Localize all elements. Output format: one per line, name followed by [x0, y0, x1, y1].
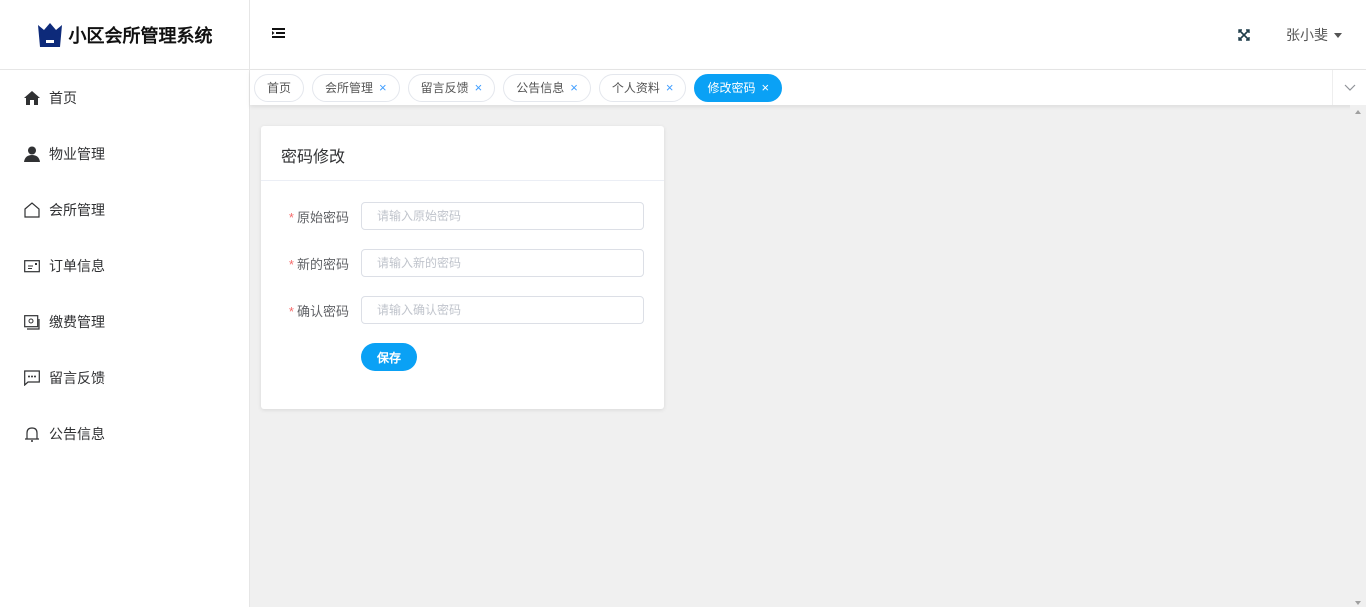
- logo: 小区会所管理系统: [0, 0, 250, 69]
- tab-feedback[interactable]: 留言反馈 ×: [407, 73, 496, 102]
- user-name: 张小斐: [1286, 27, 1328, 43]
- sidebar-item-label: 物业管理: [49, 146, 105, 162]
- required-mark: *: [288, 303, 294, 319]
- tabs-more-button[interactable]: [1332, 70, 1366, 105]
- form-row-confirm-password: * 确认密码: [261, 296, 644, 324]
- app-title: 小区会所管理系统: [68, 25, 213, 46]
- close-icon[interactable]: ×: [570, 80, 578, 95]
- tab-club[interactable]: 会所管理 ×: [312, 73, 400, 102]
- close-icon[interactable]: ×: [666, 80, 674, 95]
- collapse-menu-button[interactable]: [272, 26, 285, 44]
- top-header: 小区会所管理系统 张小斐: [0, 0, 1366, 70]
- tab-label: 留言反馈: [420, 81, 469, 95]
- tab-profile[interactable]: 个人资料 ×: [598, 73, 687, 102]
- caret-down-icon: [1334, 32, 1342, 38]
- sidebar-item-label: 订单信息: [49, 258, 105, 274]
- tab-notice[interactable]: 公告信息 ×: [503, 73, 591, 102]
- sidebar: 首页 物业管理 会所管理 订单信息 缴费管理 留言反馈 公告信息: [0, 70, 250, 607]
- user-menu[interactable]: 张小斐: [1286, 25, 1342, 45]
- old-password-input[interactable]: [361, 202, 644, 230]
- sidebar-item-label: 缴费管理: [49, 314, 105, 330]
- new-password-input[interactable]: [361, 249, 644, 277]
- close-icon[interactable]: ×: [475, 80, 483, 95]
- field-label: 原始密码: [296, 209, 349, 225]
- sidebar-item-label: 公告信息: [49, 426, 105, 442]
- scroll-down-icon[interactable]: [1355, 601, 1361, 605]
- wallet-icon: [24, 314, 40, 330]
- required-mark: *: [288, 209, 294, 225]
- confirm-password-input[interactable]: [361, 296, 644, 324]
- house-outline-icon: [24, 202, 40, 218]
- sidebar-item-property[interactable]: 物业管理: [0, 126, 249, 182]
- tab-label: 首页: [267, 81, 292, 95]
- form-row-new-password: * 新的密码: [261, 249, 644, 277]
- close-icon[interactable]: ×: [379, 80, 387, 95]
- sidebar-item-club[interactable]: 会所管理: [0, 182, 249, 238]
- tab-label: 公告信息: [516, 81, 565, 95]
- tab-bar: 首页 会所管理 × 留言反馈 × 公告信息 × 个人资料 × 修改密码 ×: [250, 70, 1366, 105]
- home-icon: [24, 91, 40, 105]
- required-mark: *: [288, 256, 294, 272]
- password-card: 密码修改 * 原始密码 * 新的密码 * 确认密码 保存: [261, 126, 664, 409]
- ticket-icon: [24, 260, 40, 273]
- tab-label: 修改密码: [707, 81, 756, 95]
- field-label: 确认密码: [296, 303, 349, 319]
- sidebar-item-orders[interactable]: 订单信息: [0, 238, 249, 294]
- fullscreen-button[interactable]: [1238, 28, 1250, 46]
- sidebar-item-payment[interactable]: 缴费管理: [0, 294, 249, 350]
- sidebar-item-notice[interactable]: 公告信息: [0, 406, 249, 462]
- scroll-up-icon[interactable]: [1355, 110, 1361, 114]
- sidebar-item-label: 留言反馈: [49, 370, 105, 386]
- chevron-down-icon: [1344, 84, 1355, 91]
- field-label: 新的密码: [296, 256, 349, 272]
- tab-change-password[interactable]: 修改密码 ×: [694, 73, 783, 102]
- sidebar-item-label: 会所管理: [49, 202, 105, 218]
- save-button[interactable]: 保存: [361, 343, 417, 371]
- chat-icon: [24, 370, 40, 386]
- tab-label: 会所管理: [325, 81, 374, 95]
- bell-icon: [25, 427, 39, 442]
- sidebar-item-home[interactable]: 首页: [0, 70, 249, 126]
- user-icon: [24, 146, 40, 162]
- crown-logo-icon: [37, 22, 62, 47]
- card-title: 密码修改: [261, 126, 664, 181]
- indent-icon: [272, 28, 285, 38]
- close-icon[interactable]: ×: [761, 80, 769, 95]
- sidebar-item-feedback[interactable]: 留言反馈: [0, 350, 249, 406]
- form-row-old-password: * 原始密码: [261, 202, 644, 230]
- sidebar-item-label: 首页: [49, 90, 77, 106]
- tab-label: 个人资料: [611, 81, 660, 95]
- scrollbar[interactable]: [1350, 105, 1366, 607]
- fullscreen-icon: [1238, 29, 1250, 41]
- tab-home[interactable]: 首页: [254, 73, 305, 102]
